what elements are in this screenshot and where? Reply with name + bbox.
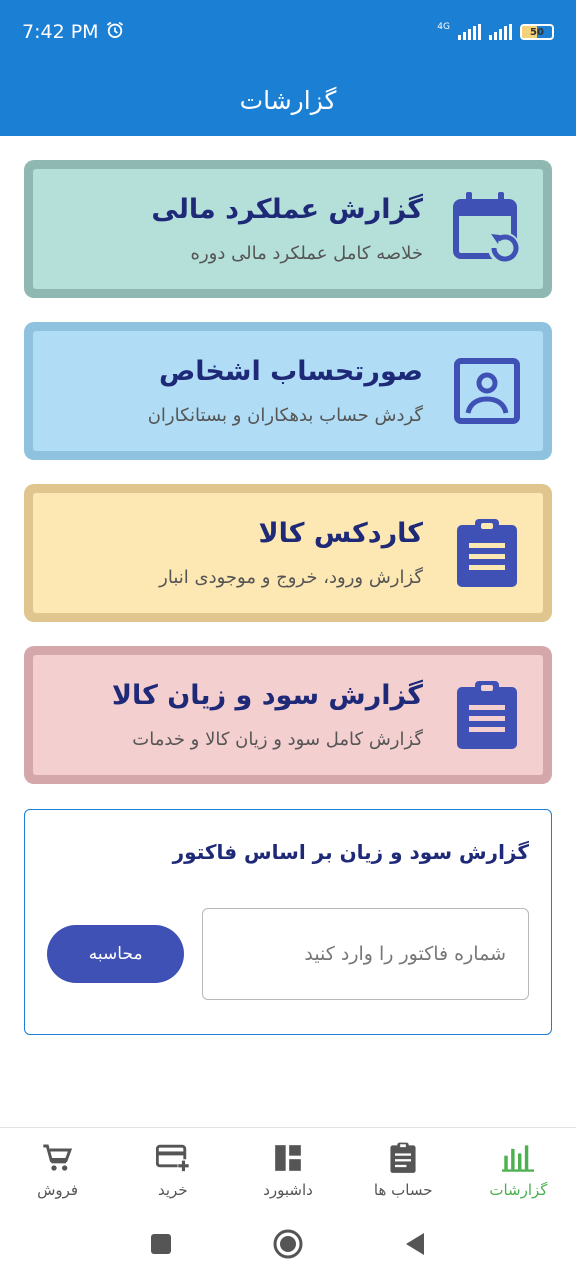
card-inner: صورتحساب اشخاص گردش حساب بدهکاران و بستا… (33, 331, 543, 451)
nav-item-accounts[interactable]: حساب ها (346, 1128, 461, 1211)
page-title: گزارشات (239, 85, 337, 115)
clipboard-text-icon (447, 513, 527, 593)
battery-level: 50 (530, 26, 544, 38)
card-inner: کاردکس کالا گزارش ورود، خروج و موجودی ان… (33, 493, 543, 613)
status-time: 7:42 PM (22, 21, 99, 43)
nav-item-dashboard[interactable]: داشبورد (230, 1128, 345, 1211)
card-title: گزارش عملکرد مالی (151, 194, 423, 225)
card-text: گزارش سود و زیان کالا گزارش کامل سود و ز… (53, 680, 447, 750)
report-card-financial-performance[interactable]: گزارش عملکرد مالی خلاصه کامل عملکرد مالی… (24, 160, 552, 298)
nav-label: خرید (158, 1180, 188, 1199)
invoice-report-title: گزارش سود و زیان بر اساس فاکتور (172, 840, 529, 864)
back-icon[interactable] (404, 1232, 426, 1260)
card-title: کاردکس کالا (258, 518, 423, 549)
card-plus-icon (155, 1141, 190, 1175)
status-left: 7:42 PM (22, 20, 125, 45)
calculate-button[interactable]: محاسبه (47, 925, 185, 983)
status-right: 4G 50 (437, 22, 554, 40)
report-card-person-statement[interactable]: صورتحساب اشخاص گردش حساب بدهکاران و بستا… (24, 322, 552, 460)
signal-icon (458, 24, 481, 40)
battery-icon: 50 (520, 24, 554, 40)
signal-icon-2 (489, 24, 512, 40)
card-title: گزارش سود و زیان کالا (111, 680, 423, 711)
cart-icon (41, 1141, 75, 1175)
nav-item-sales[interactable]: فروش (0, 1128, 115, 1211)
report-card-product-profit-loss[interactable]: گزارش سود و زیان کالا گزارش کامل سود و ز… (24, 646, 552, 784)
card-inner: گزارش سود و زیان کالا گزارش کامل سود و ز… (33, 655, 543, 775)
system-navigation-bar (0, 1211, 576, 1280)
card-title: صورتحساب اشخاص (158, 356, 423, 387)
report-card-kardex[interactable]: کاردکس کالا گزارش ورود، خروج و موجودی ان… (24, 484, 552, 622)
dashboard-icon (271, 1141, 305, 1175)
card-text: صورتحساب اشخاص گردش حساب بدهکاران و بستا… (53, 356, 447, 426)
app-bar: گزارشات (0, 64, 576, 136)
nav-label: داشبورد (263, 1180, 313, 1199)
clipboard-icon (386, 1141, 420, 1175)
clipboard-text-icon (447, 675, 527, 755)
invoice-number-input[interactable] (202, 908, 529, 1000)
status-bar: 7:42 PM 4G 50 (0, 0, 576, 64)
nav-label: حساب ها (373, 1180, 433, 1199)
card-text: گزارش عملکرد مالی خلاصه کامل عملکرد مالی… (53, 194, 447, 264)
alarm-icon (105, 20, 125, 45)
nav-label: فروش (37, 1180, 79, 1199)
card-subtitle: گزارش ورود، خروج و موجودی انبار (159, 567, 423, 588)
invoice-report-panel: گزارش سود و زیان بر اساس فاکتور محاسبه (24, 809, 552, 1035)
calendar-refresh-icon (447, 189, 527, 269)
card-inner: گزارش عملکرد مالی خلاصه کامل عملکرد مالی… (33, 169, 543, 289)
nav-item-reports[interactable]: گزارشات (461, 1128, 576, 1211)
invoice-row: محاسبه (47, 908, 529, 1000)
card-subtitle: گردش حساب بدهکاران و بستانکاران (147, 405, 423, 426)
nav-label: گزارشات (489, 1180, 548, 1199)
nav-item-purchase[interactable]: خرید (115, 1128, 230, 1211)
card-subtitle: گزارش کامل سود و زیان کالا و خدمات (132, 729, 423, 750)
bar-chart-icon (501, 1141, 535, 1175)
card-subtitle: خلاصه کامل عملکرد مالی دوره (190, 243, 423, 264)
card-text: کاردکس کالا گزارش ورود، خروج و موجودی ان… (53, 518, 447, 588)
account-box-icon (447, 351, 527, 431)
recents-icon[interactable] (150, 1233, 172, 1259)
home-icon[interactable] (272, 1228, 304, 1264)
bottom-navigation: فروش خرید داشبورد حساب ها گزارشات (0, 1127, 576, 1211)
network-type: 4G (437, 22, 450, 32)
